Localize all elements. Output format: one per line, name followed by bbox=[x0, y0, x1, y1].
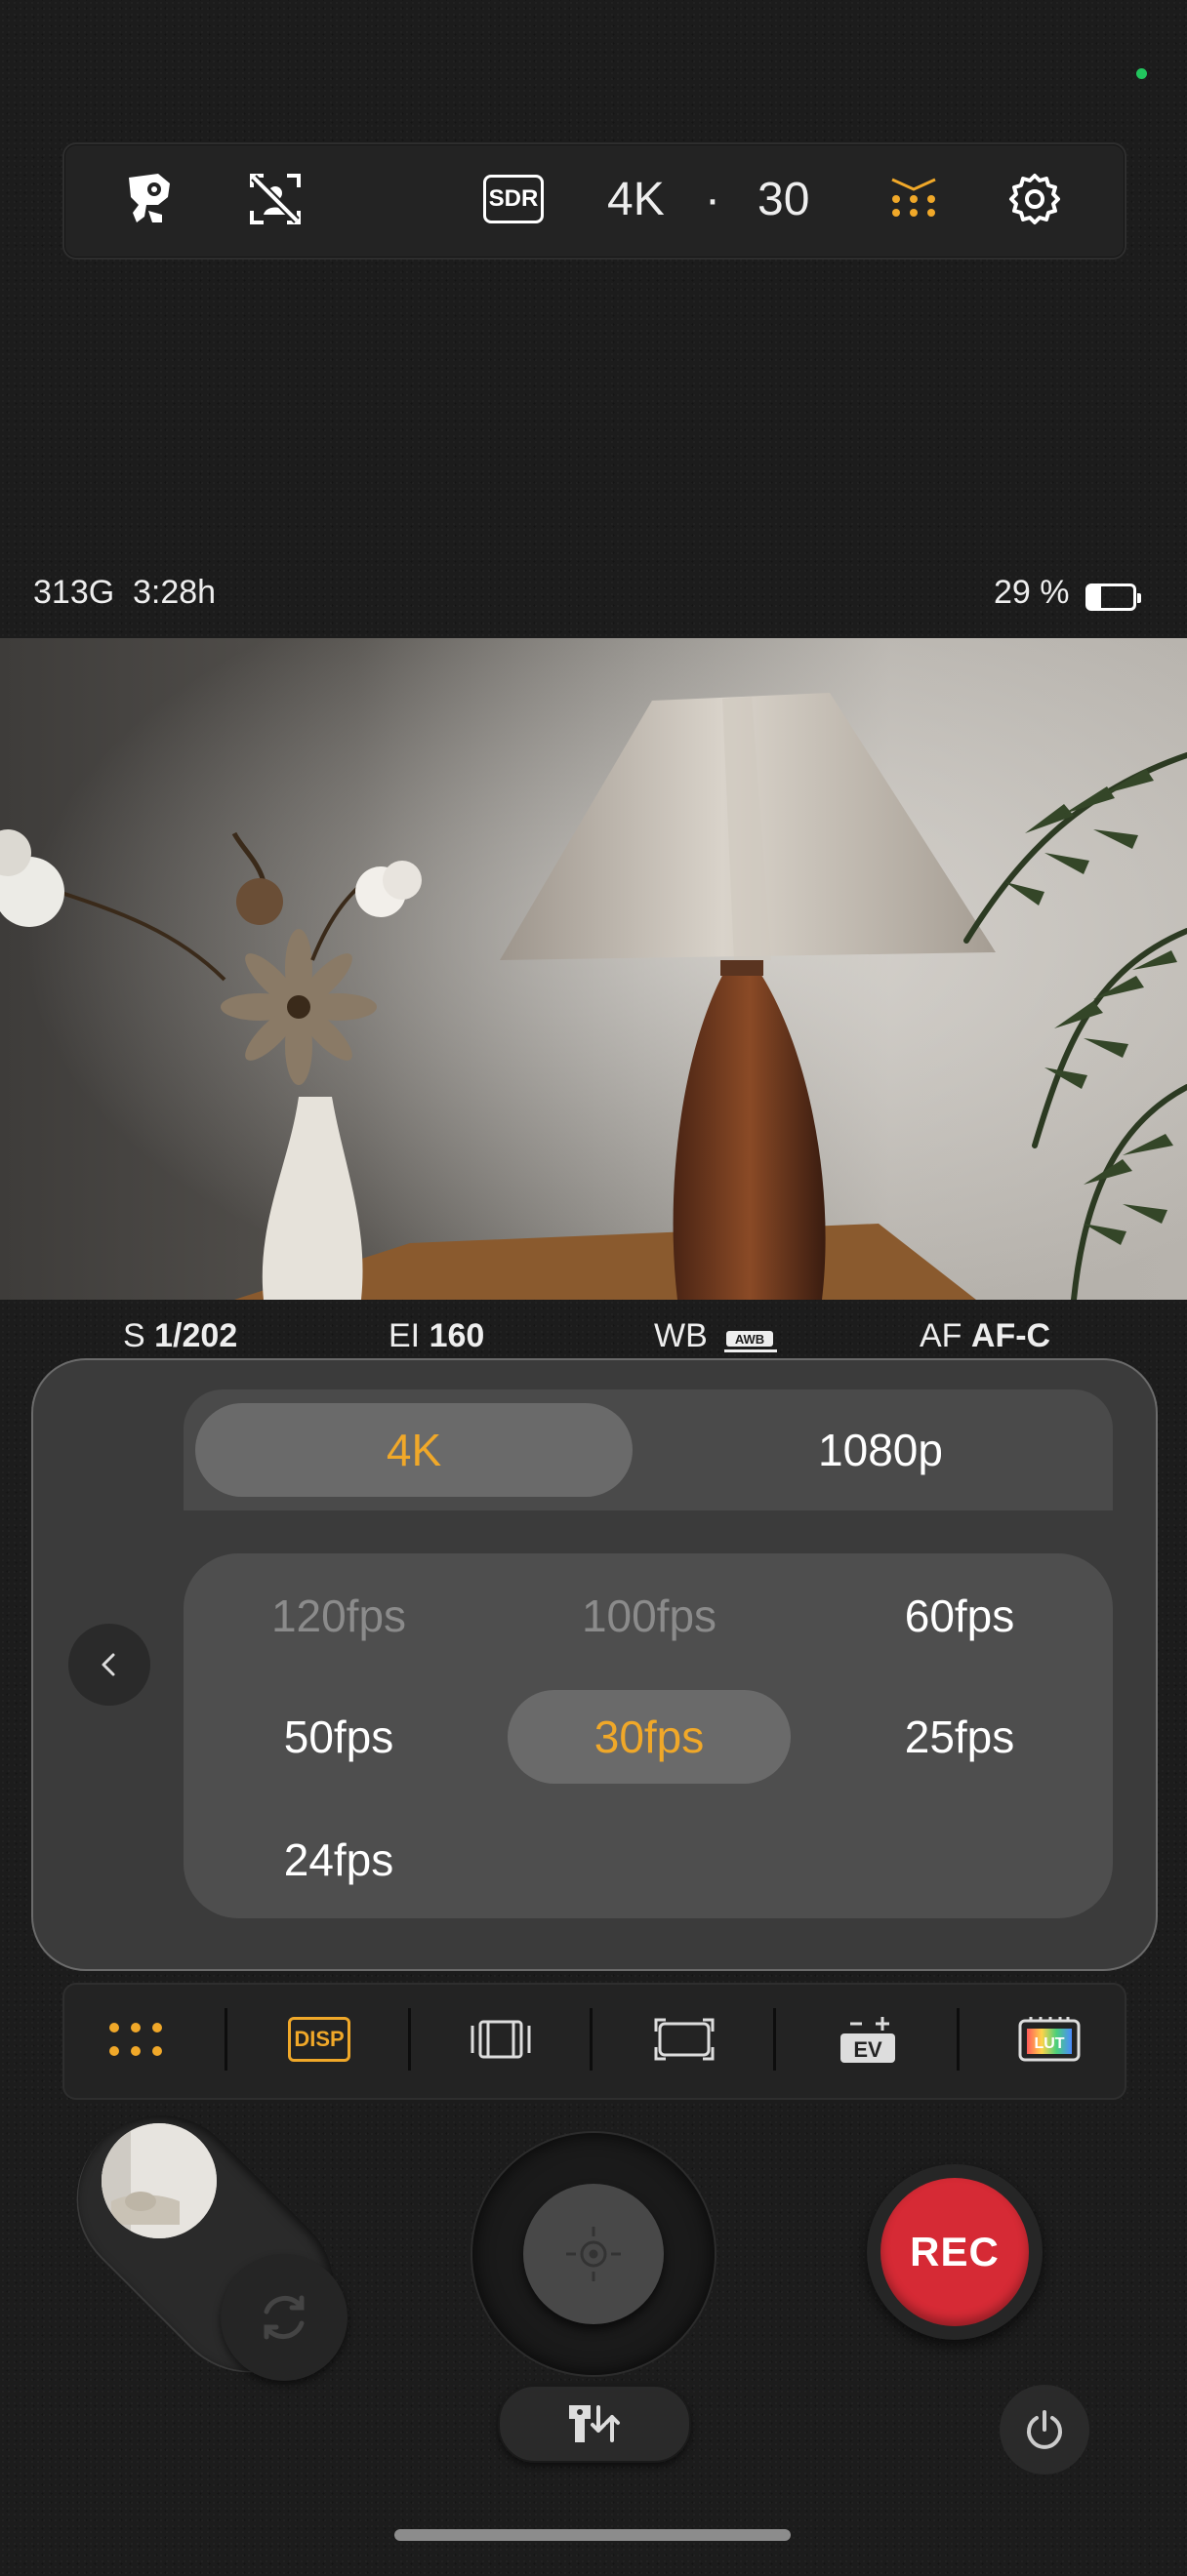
ei-readout[interactable]: EI 160 bbox=[389, 1317, 484, 1355]
top-toolbar bbox=[62, 142, 1126, 260]
lut-label: LUT bbox=[1034, 2035, 1064, 2052]
joystick-knob[interactable] bbox=[523, 2184, 664, 2324]
ei-label: EI bbox=[389, 1317, 421, 1354]
fps-option-50[interactable]: 50fps bbox=[197, 1690, 480, 1784]
power-icon bbox=[1027, 2410, 1062, 2449]
battery-icon bbox=[1085, 584, 1141, 611]
grid-dots-icon[interactable] bbox=[873, 142, 955, 256]
shutter-label: S bbox=[123, 1317, 145, 1354]
strip-divider bbox=[773, 2008, 776, 2071]
camera-viewfinder[interactable] bbox=[0, 638, 1187, 1300]
resolution-option-4k[interactable]: 4K bbox=[195, 1403, 633, 1497]
framerate-readout[interactable]: 30 bbox=[757, 142, 809, 256]
tool-strip bbox=[62, 1983, 1126, 2100]
grid-menu-icon[interactable] bbox=[82, 1983, 189, 2096]
ei-value: 160 bbox=[429, 1317, 485, 1354]
face-detect-off-icon[interactable] bbox=[234, 142, 316, 256]
home-indicator[interactable] bbox=[394, 2529, 791, 2541]
power-button[interactable] bbox=[1000, 2385, 1089, 2475]
chevron-left-icon bbox=[102, 1653, 115, 1676]
aspect-ratio-icon[interactable] bbox=[631, 1983, 738, 2096]
battery-percent: 29 % bbox=[994, 574, 1070, 611]
sdr-icon[interactable]: SDR bbox=[472, 142, 554, 256]
strip-divider bbox=[225, 2008, 227, 2071]
resolution-option-1080p[interactable]: 1080p bbox=[662, 1403, 1099, 1497]
mount-mode-button[interactable] bbox=[498, 2385, 691, 2463]
panel-back-button[interactable] bbox=[68, 1624, 150, 1706]
record-time-remaining: 3:28h bbox=[133, 574, 217, 611]
shutter-value: 1/202 bbox=[154, 1317, 238, 1354]
fps-option-100[interactable]: 100fps bbox=[508, 1569, 791, 1663]
disp-label: DISP bbox=[288, 2017, 350, 2062]
crosshair-icon bbox=[566, 2227, 621, 2281]
af-readout[interactable]: AF AF-C bbox=[920, 1317, 1050, 1355]
gallery-thumbnail[interactable] bbox=[102, 2123, 217, 2238]
frame-guide-icon[interactable] bbox=[447, 1983, 554, 2096]
mount-sort-icon bbox=[569, 2405, 620, 2442]
strip-divider bbox=[408, 2008, 411, 2071]
fps-option-30[interactable]: 30fps bbox=[508, 1690, 791, 1784]
fps-option-24[interactable]: 24fps bbox=[197, 1813, 480, 1907]
camera-mount-icon[interactable] bbox=[109, 142, 191, 256]
format-separator: · bbox=[705, 173, 720, 225]
sdr-label: SDR bbox=[483, 175, 544, 223]
fps-option-60[interactable]: 60fps bbox=[818, 1569, 1101, 1663]
fps-option-120[interactable]: 120fps bbox=[197, 1569, 480, 1663]
flip-camera-button[interactable] bbox=[221, 2254, 348, 2381]
strip-divider bbox=[590, 2008, 593, 2071]
status-indicator-dot bbox=[1136, 68, 1147, 79]
exposure-compensation-icon[interactable]: EV bbox=[814, 1983, 921, 2096]
record-button[interactable]: REC bbox=[880, 2178, 1029, 2326]
fps-option-25[interactable]: 25fps bbox=[818, 1690, 1101, 1784]
wb-readout[interactable]: WB AWB bbox=[654, 1317, 779, 1355]
shutter-readout[interactable]: S 1/202 bbox=[123, 1317, 237, 1355]
storage-remaining: 313G bbox=[33, 574, 115, 611]
wb-value: AWB bbox=[735, 1332, 764, 1347]
disp-button[interactable]: DISP bbox=[266, 1983, 373, 2096]
gear-icon[interactable] bbox=[994, 142, 1076, 256]
ev-label: EV bbox=[853, 2037, 882, 2062]
af-value: AF-C bbox=[970, 1317, 1051, 1354]
strip-divider bbox=[957, 2008, 960, 2071]
af-label: AF bbox=[920, 1317, 962, 1354]
lut-icon[interactable]: LUT bbox=[996, 1983, 1103, 2096]
wb-auto-icon: AWB bbox=[722, 1325, 779, 1353]
refresh-icon bbox=[264, 2295, 305, 2340]
wb-label: WB bbox=[654, 1317, 708, 1354]
resolution-readout[interactable]: 4K bbox=[607, 142, 665, 256]
